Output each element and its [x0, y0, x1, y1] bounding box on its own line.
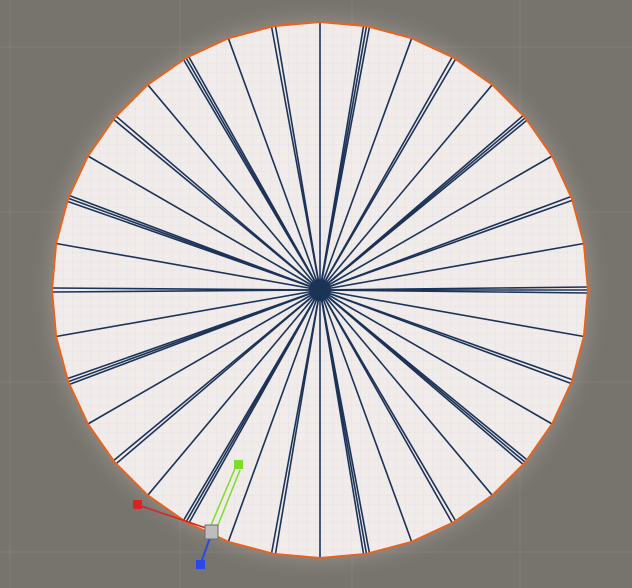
- scene-viewport[interactable]: [0, 0, 632, 588]
- gizmo-center-handle[interactable]: [204, 524, 219, 540]
- scene-canvas[interactable]: [0, 0, 632, 588]
- gizmo-z-handle[interactable]: [196, 560, 205, 569]
- circle-mesh[interactable]: [0, 0, 632, 588]
- gizmo-x-handle[interactable]: [133, 500, 142, 509]
- mesh-hub: [309, 279, 331, 301]
- gizmo-y-handle[interactable]: [234, 460, 243, 469]
